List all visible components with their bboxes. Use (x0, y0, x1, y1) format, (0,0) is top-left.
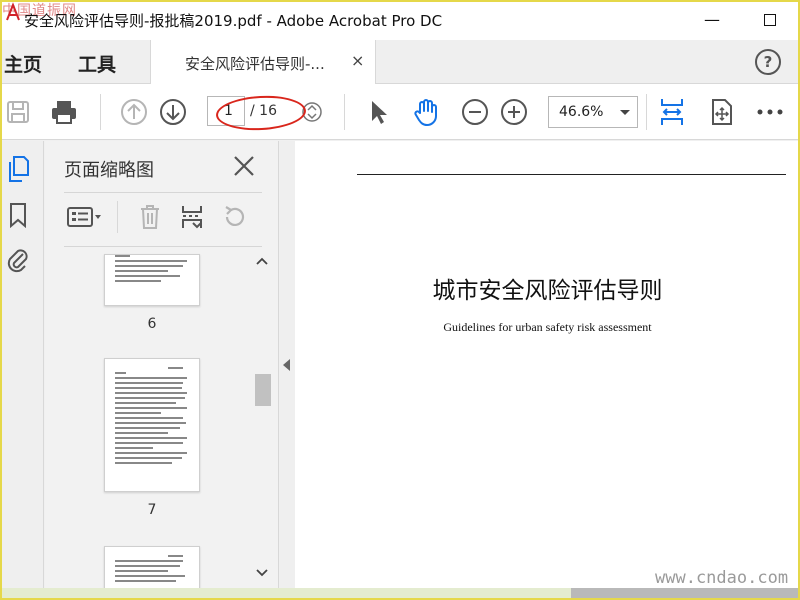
page-move-icon (712, 99, 732, 125)
hand-icon (414, 99, 437, 126)
thumbnail-label: 7 (147, 502, 157, 518)
help-button[interactable]: ? (755, 49, 781, 75)
save-button[interactable] (2, 96, 34, 128)
more-tools-button[interactable] (754, 96, 786, 128)
main-toolbar: 1 / 16 46.6% (0, 84, 800, 140)
tab-bar: 主页 工具 安全风险评估导则-... × ? (0, 40, 800, 84)
chevron-down-icon (620, 110, 630, 115)
chevron-up-icon (256, 257, 268, 265)
zoom-out-button[interactable] (459, 96, 491, 128)
rotate-icon (225, 206, 245, 226)
collapse-arrow-icon (283, 359, 290, 371)
document-title: 城市安全风险评估导则 (432, 278, 663, 304)
close-tab-button[interactable]: × (351, 51, 364, 70)
page-thumbnail-6[interactable] (104, 254, 200, 306)
thumbnail-list: 6 7 (64, 248, 252, 588)
more-dots-icon (757, 109, 783, 115)
cursor-arrow-icon (372, 101, 387, 124)
hand-tool-button[interactable] (410, 96, 442, 128)
previous-page-button[interactable] (118, 96, 150, 128)
printer-icon (52, 101, 76, 124)
zoom-out-icon (462, 99, 488, 125)
toolbar-divider (646, 94, 647, 130)
rotate-page-button[interactable] (218, 201, 250, 233)
document-subtitle: Guidelines for urban safety risk assessm… (443, 320, 652, 334)
header-rule (357, 174, 786, 175)
delete-pages-button[interactable] (135, 201, 165, 233)
fit-width-button[interactable] (656, 96, 688, 128)
zoom-in-button[interactable] (498, 96, 530, 128)
scrollbar-thumb[interactable] (255, 374, 271, 406)
panel-divider (64, 246, 262, 247)
arrow-up-circle-icon (121, 99, 147, 125)
watermark-bottom: www.cndao.com (655, 568, 789, 588)
maximize-button[interactable] (758, 8, 782, 32)
maximize-icon (764, 14, 776, 26)
horizontal-scrollbar[interactable] (571, 588, 800, 600)
attachments-button[interactable] (4, 245, 32, 273)
fit-width-icon (661, 99, 683, 125)
thumbnail-options-button[interactable] (65, 201, 105, 233)
print-button[interactable] (48, 96, 80, 128)
trash-icon (141, 205, 159, 229)
window-titlebar: 中国道振网 安全风险评估导则-报批稿2019.pdf - Adobe Acrob… (0, 0, 800, 40)
options-menu-icon (67, 207, 101, 227)
thumbnail-scrollbar[interactable] (252, 248, 271, 586)
close-panel-button[interactable] (231, 153, 257, 179)
panel-tool-divider (117, 201, 118, 233)
tab-home[interactable]: 主页 (4, 50, 42, 77)
thumbnail-label: 6 (147, 316, 157, 332)
bookmarks-button[interactable] (4, 201, 32, 229)
bottom-strip (0, 588, 800, 600)
select-tool-button[interactable] (362, 96, 394, 128)
document-view[interactable]: 城市安全风险评估导则 Guidelines for urban safety r… (295, 141, 800, 588)
chevron-down-icon (256, 569, 268, 577)
page-view-button[interactable] (706, 96, 738, 128)
minimize-button[interactable]: — (700, 8, 724, 32)
arrow-down-circle-icon (160, 99, 186, 125)
panel-collapse-handle[interactable] (280, 141, 295, 588)
insert-page-button[interactable] (176, 201, 208, 233)
page-thumbnail-7[interactable] (104, 358, 200, 492)
panel-divider (64, 192, 262, 193)
tab-tools[interactable]: 工具 (78, 50, 116, 77)
page-thumbnail-8[interactable] (104, 546, 200, 588)
page-thumbnails-button[interactable] (4, 155, 32, 183)
toolbar-divider (344, 94, 345, 130)
bookmark-icon (10, 203, 26, 228)
thumbnails-panel: 页面缩略图 6 7 (45, 141, 279, 588)
document-tab-label: 安全风险评估导则-... (185, 55, 325, 73)
tab-document[interactable]: 安全风险评估导则-... × (150, 40, 376, 84)
navigation-rail (0, 141, 44, 588)
pages-icon (9, 156, 29, 182)
window-title: 安全风险评估导则-报批稿2019.pdf - Adobe Acrobat Pro… (24, 12, 443, 30)
save-icon (7, 101, 29, 123)
insert-pages-icon (182, 206, 202, 229)
panel-title: 页面缩略图 (64, 160, 154, 181)
close-icon (234, 156, 254, 176)
toolbar-divider (100, 94, 101, 130)
paperclip-icon (7, 249, 28, 273)
next-page-button[interactable] (157, 96, 189, 128)
zoom-in-icon (501, 99, 527, 125)
